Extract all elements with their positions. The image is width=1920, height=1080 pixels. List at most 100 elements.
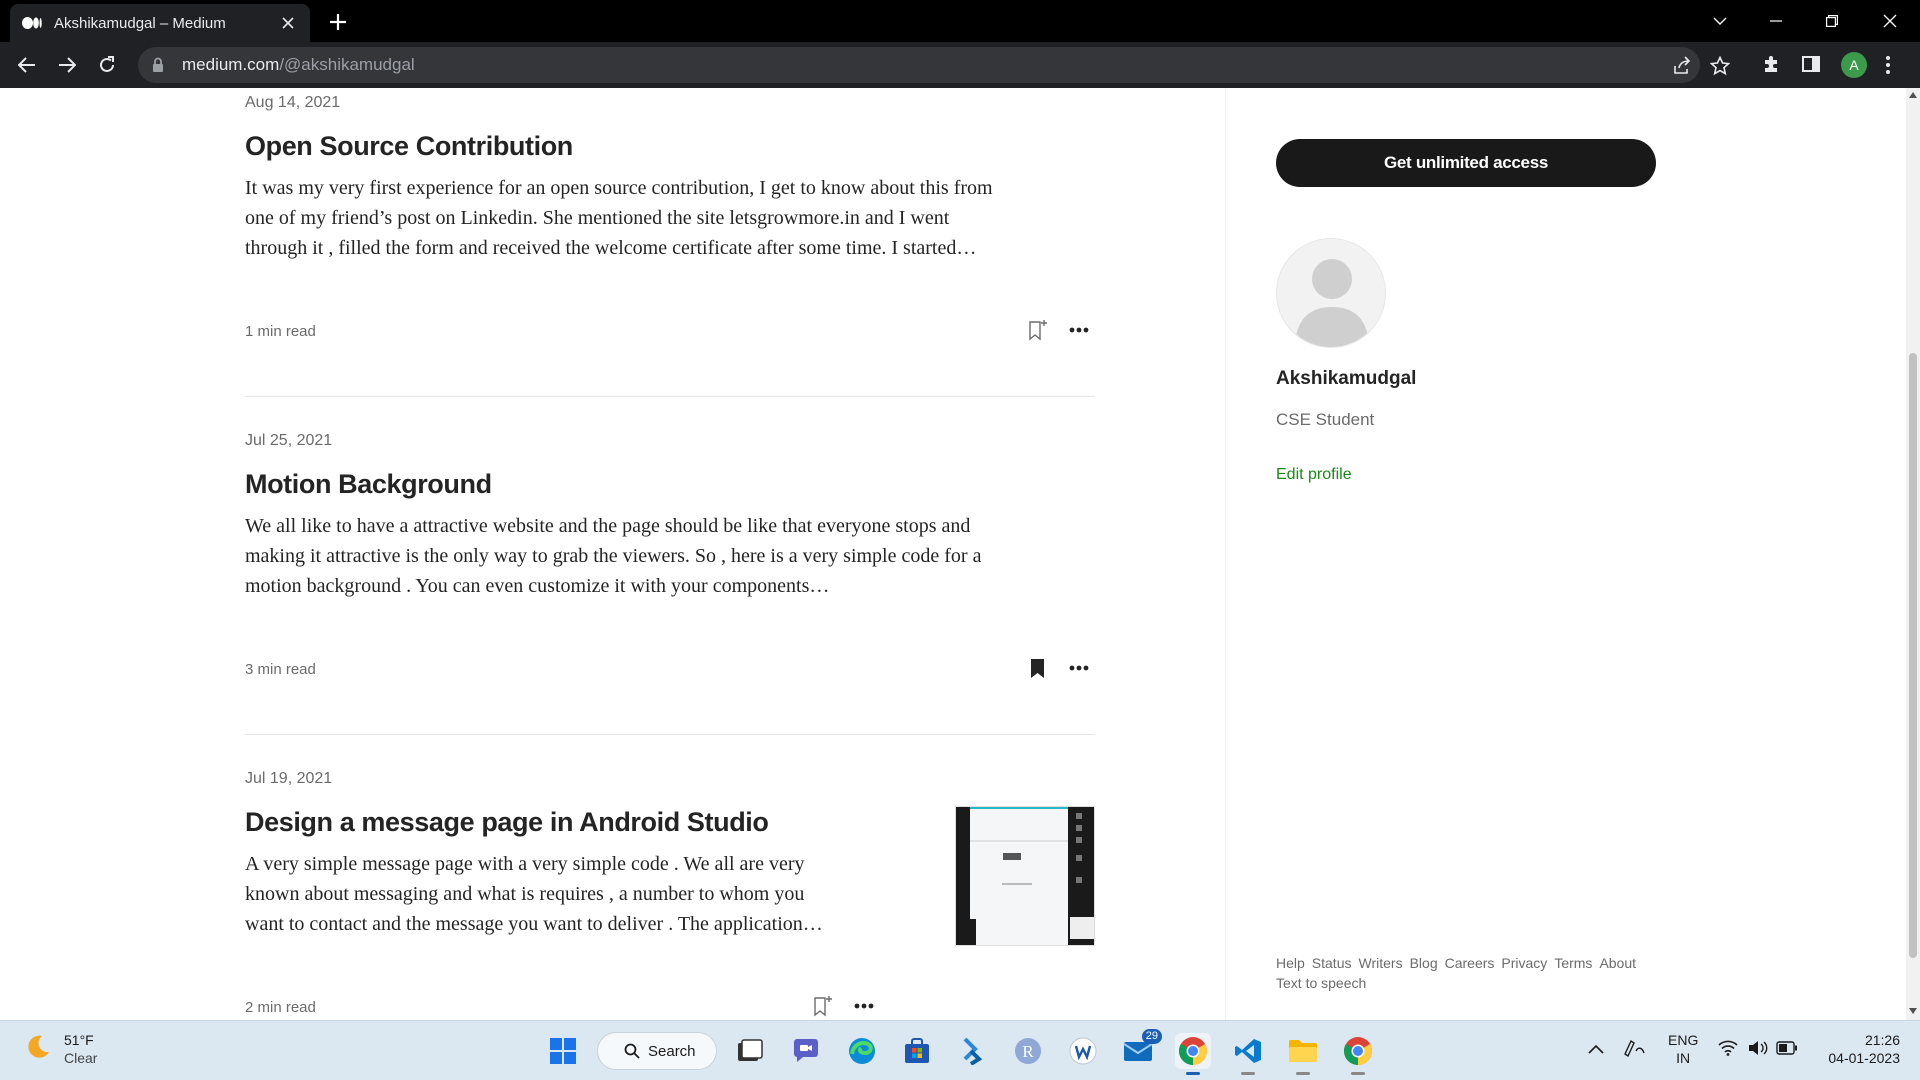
- browser-tab[interactable]: Akshikamudgal – Medium: [10, 4, 310, 42]
- more-options-icon[interactable]: [1066, 317, 1092, 343]
- save-bookmark-icon[interactable]: [810, 993, 836, 1019]
- get-unlimited-access-button[interactable]: Get unlimited access: [1276, 139, 1656, 187]
- clock[interactable]: 21:26 04-01-2023: [1820, 1031, 1900, 1067]
- footer-link-blog[interactable]: Blog: [1410, 955, 1438, 971]
- forward-button[interactable]: [52, 50, 82, 80]
- svg-text:R: R: [1022, 1042, 1034, 1061]
- article-title[interactable]: Motion Background: [245, 469, 1095, 500]
- read-time: 2 min read: [245, 999, 316, 1016]
- article-title-wrap: Motion Background: [245, 469, 1095, 500]
- volume-icon[interactable]: [1748, 1040, 1768, 1060]
- footer-link-status[interactable]: Status: [1312, 955, 1352, 971]
- teams-chat-icon[interactable]: [788, 1033, 824, 1069]
- article-excerpt[interactable]: A very simple message page with a very s…: [245, 849, 925, 939]
- article-meta: 3 min read: [245, 661, 1095, 678]
- tab-search-chevron-icon[interactable]: [1692, 0, 1748, 42]
- save-bookmark-icon[interactable]: [1025, 317, 1051, 343]
- address-bar[interactable]: medium.com/@akshikamudgal: [138, 47, 1731, 83]
- scroll-down-arrow-icon[interactable]: [1909, 1008, 1917, 1014]
- share-icon[interactable]: [1672, 56, 1692, 76]
- excerpt-line: motion background . You can even customi…: [245, 575, 830, 597]
- new-tab-button[interactable]: [324, 8, 352, 36]
- article-title[interactable]: Design a message page in Android Studio: [245, 807, 925, 838]
- show-hidden-icons-chevron-icon[interactable]: [1588, 1040, 1604, 1058]
- bookmark-star-icon[interactable]: [1709, 55, 1731, 76]
- footer-link-careers[interactable]: Careers: [1445, 955, 1495, 971]
- url-host: medium.com: [182, 55, 280, 74]
- article-card: Aug 14, 2021: [245, 94, 1095, 112]
- r-app-icon[interactable]: R: [1010, 1033, 1046, 1069]
- battery-icon[interactable]: [1776, 1041, 1798, 1059]
- chrome-taskbar-icon[interactable]: [1175, 1033, 1211, 1075]
- profile-avatar-button[interactable]: A: [1841, 52, 1867, 78]
- task-view-icon[interactable]: [732, 1033, 768, 1069]
- article-meta: 1 min read: [245, 323, 1095, 340]
- footer-link-privacy[interactable]: Privacy: [1501, 955, 1547, 971]
- browser-menu-icon[interactable]: [1885, 54, 1891, 76]
- back-button[interactable]: [12, 50, 42, 80]
- article-excerpt[interactable]: It was my very first experience for an o…: [245, 173, 1095, 263]
- footer-links: Help Status Writers Blog Careers Privacy Terms…: [1276, 953, 1676, 993]
- running-app-indicator: [1351, 1072, 1365, 1075]
- restore-button[interactable]: [1804, 0, 1860, 42]
- language-code: ENG: [1668, 1032, 1699, 1048]
- start-windows-icon[interactable]: [545, 1033, 581, 1069]
- lock-icon[interactable]: [152, 57, 168, 73]
- page-scrollbar[interactable]: [1906, 88, 1920, 1020]
- chrome-profile-taskbar-icon[interactable]: [1340, 1033, 1376, 1075]
- edit-profile-link[interactable]: Edit profile: [1276, 466, 1352, 484]
- extensions-puzzle-icon[interactable]: [1762, 54, 1784, 76]
- article-title-wrap: Design a message page in Android Studio: [245, 807, 925, 838]
- edge-browser-icon[interactable]: [844, 1033, 880, 1069]
- taskbar-search-button[interactable]: Search: [597, 1032, 717, 1070]
- article-date: Jul 19, 2021: [245, 770, 333, 787]
- more-options-icon[interactable]: [851, 993, 877, 1019]
- article-title[interactable]: Open Source Contribution: [245, 131, 1095, 162]
- profile-name[interactable]: Akshikamudgal: [1276, 368, 1416, 390]
- scroll-up-arrow-icon[interactable]: [1909, 92, 1917, 98]
- article-title-wrap: Open Source Contribution: [245, 131, 1095, 162]
- article-divider: [245, 734, 1095, 735]
- minimize-button[interactable]: [1748, 0, 1804, 42]
- close-window-button[interactable]: [1862, 0, 1918, 42]
- weather-condition: Clear: [64, 1050, 98, 1066]
- article-thumbnail[interactable]: [955, 806, 1095, 946]
- article-excerpt[interactable]: We all like to have a attractive website…: [245, 511, 1095, 601]
- profile-avatar[interactable]: [1276, 238, 1386, 348]
- saved-bookmark-icon[interactable]: [1025, 655, 1051, 681]
- profile-bio: CSE Student: [1276, 410, 1375, 429]
- mail-icon[interactable]: 29: [1120, 1029, 1162, 1069]
- writing-app-icon[interactable]: [1065, 1033, 1101, 1069]
- footer-link-terms[interactable]: Terms: [1554, 955, 1592, 971]
- file-explorer-icon[interactable]: [1285, 1033, 1321, 1075]
- scrollbar-thumb[interactable]: [1909, 353, 1917, 958]
- article-card: Jul 25, 2021: [245, 432, 1095, 450]
- search-label: Search: [648, 1042, 696, 1060]
- excerpt-line: through it , filled the form and receive…: [245, 237, 977, 259]
- side-panel-icon[interactable]: [1801, 54, 1823, 76]
- footer-link-help[interactable]: Help: [1276, 955, 1305, 971]
- more-options-icon[interactable]: [1066, 655, 1092, 681]
- input-language-indicator[interactable]: ENG IN: [1668, 1031, 1698, 1067]
- footer-link-text-to-speech[interactable]: Text to speech: [1276, 973, 1676, 993]
- tab-close-icon[interactable]: [278, 13, 298, 33]
- wifi-icon[interactable]: [1718, 1040, 1738, 1060]
- active-app-indicator: [1186, 1072, 1200, 1075]
- excerpt-line: known about messaging and what is requir…: [245, 883, 805, 905]
- clock-date: 04-01-2023: [1828, 1050, 1900, 1066]
- footer-link-about[interactable]: About: [1599, 955, 1636, 971]
- sidebar-divider: [1225, 88, 1226, 1020]
- moon-icon: [24, 1033, 52, 1066]
- url-path: /@akshikamudgal: [279, 55, 415, 74]
- microsoft-store-icon[interactable]: [899, 1033, 935, 1069]
- clock-time: 21:26: [1864, 1032, 1900, 1048]
- pen-input-icon[interactable]: [1622, 1037, 1646, 1061]
- power-automate-icon[interactable]: [954, 1033, 990, 1069]
- windows-taskbar: 51°F Clear Search R 29 ENG IN 21:26 04-0…: [0, 1020, 1920, 1080]
- excerpt-line: We all like to have a attractive website…: [245, 515, 971, 537]
- footer-link-writers[interactable]: Writers: [1359, 955, 1403, 971]
- vscode-icon[interactable]: [1230, 1033, 1266, 1075]
- weather-widget[interactable]: 51°F Clear: [24, 1031, 97, 1067]
- reload-button[interactable]: [92, 50, 122, 80]
- excerpt-line: want to contact and the message you want…: [245, 913, 823, 935]
